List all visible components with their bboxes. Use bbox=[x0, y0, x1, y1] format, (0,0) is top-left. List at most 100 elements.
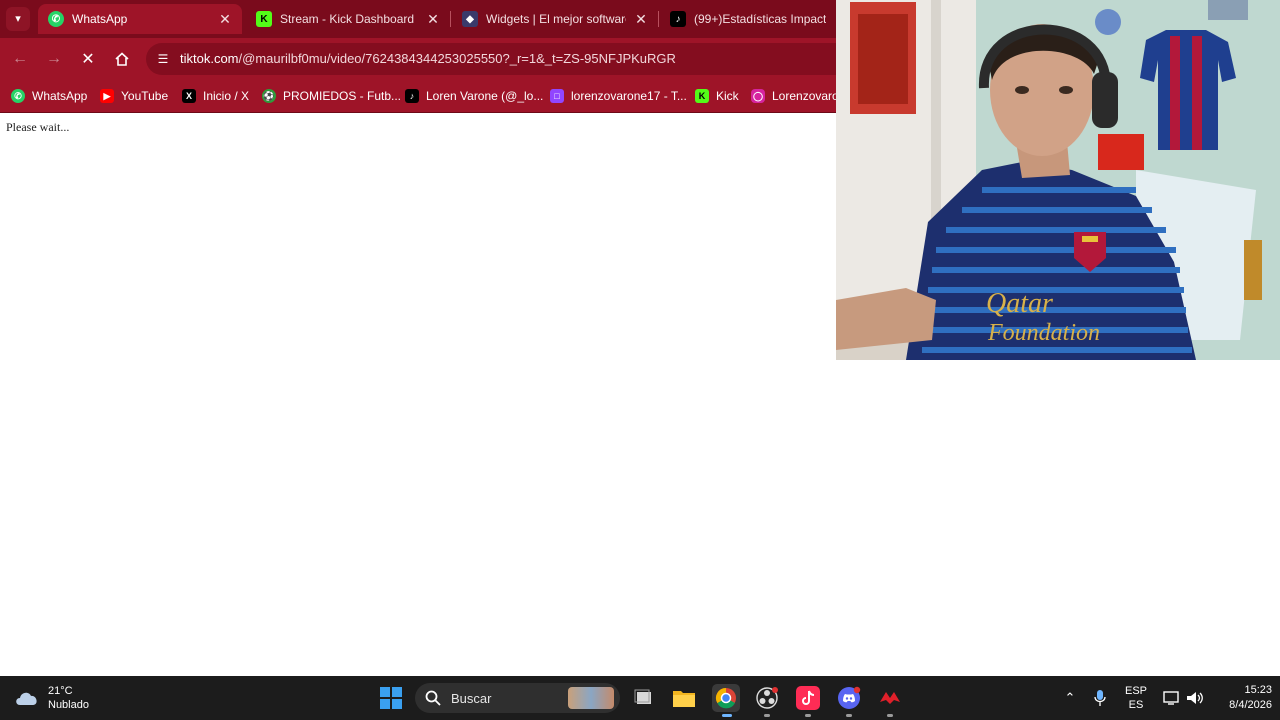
clock-date: 8/4/2026 bbox=[1229, 699, 1272, 711]
instagram-icon: ◯ bbox=[751, 89, 765, 103]
bookmark-tiktok[interactable]: ♪ Loren Varone (@_lo... bbox=[405, 86, 543, 106]
kick-icon: K bbox=[695, 89, 709, 103]
discord-icon bbox=[838, 686, 861, 709]
taskbar: 21°C Nublado Buscar ⌃ ESP ES 15:23 8/4/2… bbox=[0, 676, 1280, 720]
close-icon[interactable]: ✕ bbox=[634, 11, 648, 28]
forward-button[interactable]: → bbox=[42, 47, 66, 71]
obs-running-indicator bbox=[764, 714, 770, 717]
keyboard-layout-code: ES bbox=[1128, 699, 1144, 711]
svg-text:Qatar: Qatar bbox=[986, 288, 1053, 319]
stop-loading-button[interactable]: ✕ bbox=[76, 47, 100, 71]
obs-icon bbox=[756, 687, 778, 709]
tab-separator bbox=[450, 11, 451, 27]
tab-title: WhatsApp bbox=[72, 12, 128, 26]
whatsapp-icon: ✆ bbox=[48, 11, 64, 27]
bookmark-label: Kick bbox=[716, 89, 739, 103]
tab-search-button[interactable]: ▾ bbox=[6, 7, 30, 31]
screen: ▾ ✆ WhatsApp ✕ K Stream - Kick Dashboard… bbox=[0, 0, 1280, 720]
bookmark-label: Inicio / X bbox=[203, 89, 250, 103]
twitch-icon: □ bbox=[550, 89, 564, 103]
bookmark-label: lorenzovarone17 - T... bbox=[571, 89, 687, 103]
weather-temperature: 21°C bbox=[48, 685, 73, 697]
close-icon[interactable]: ✕ bbox=[218, 11, 232, 28]
bookmark-promiedos[interactable]: ⚽ PROMIEDOS - Futb... bbox=[262, 86, 401, 106]
show-hidden-icons-button[interactable]: ⌃ bbox=[1060, 676, 1080, 720]
chrome-running-indicator bbox=[722, 714, 732, 717]
chevron-up-icon: ⌃ bbox=[1064, 690, 1076, 705]
cloud-icon bbox=[16, 692, 37, 705]
loading-status-text: Please wait... bbox=[6, 120, 70, 134]
youtube-icon: ▶ bbox=[100, 89, 114, 103]
tab-title: (99+)Estadísticas Impactante bbox=[694, 12, 826, 26]
tab-whatsapp[interactable]: ✆ WhatsApp ✕ bbox=[38, 4, 242, 34]
network-icon bbox=[1163, 691, 1179, 705]
search-icon bbox=[425, 690, 441, 706]
webcam-feed-image: Qatar Foundation bbox=[836, 0, 1280, 360]
whatsapp-icon: ✆ bbox=[11, 89, 25, 103]
promiedos-icon: ⚽ bbox=[262, 89, 276, 103]
tiktok-icon: ♪ bbox=[405, 89, 419, 103]
discord-taskbar-button[interactable] bbox=[835, 684, 863, 712]
chevron-down-icon: ▾ bbox=[15, 13, 21, 25]
start-button[interactable] bbox=[377, 684, 405, 712]
obs-taskbar-button[interactable] bbox=[753, 684, 781, 712]
tab-tiktok-estadisticas[interactable]: ♪ (99+)Estadísticas Impactante bbox=[660, 4, 836, 34]
bookmark-x[interactable]: X Inicio / X bbox=[182, 86, 249, 106]
language-code: ESP bbox=[1124, 685, 1147, 697]
weather-widget[interactable]: 21°C Nublado bbox=[14, 682, 89, 714]
clock[interactable]: 15:23 8/4/2026 bbox=[1210, 676, 1272, 720]
tiktok-icon: ♪ bbox=[670, 11, 686, 27]
widgets-icon: ◆ bbox=[462, 11, 478, 27]
search-highlight-image bbox=[568, 687, 614, 709]
home-button[interactable] bbox=[110, 47, 134, 71]
address-bar-url[interactable]: tiktok.com/@maurilbf0mu/video/7624384344… bbox=[180, 51, 676, 66]
tab-kick-dashboard[interactable]: K Stream - Kick Dashboard ✕ bbox=[246, 4, 450, 34]
kick-icon: K bbox=[256, 11, 272, 27]
bookmark-label: PROMIEDOS - Futb... bbox=[283, 89, 402, 103]
tab-title: Widgets | El mejor software bbox=[486, 12, 626, 26]
tiktok-icon bbox=[796, 686, 820, 710]
red-app-taskbar-button[interactable] bbox=[876, 684, 904, 712]
chrome-taskbar-button[interactable] bbox=[712, 684, 740, 712]
bookmark-label: WhatsApp bbox=[32, 89, 88, 103]
speaker-icon bbox=[1187, 692, 1203, 704]
bookmark-whatsapp[interactable]: ✆ WhatsApp bbox=[11, 86, 87, 106]
language-indicator[interactable]: ESP ES bbox=[1120, 676, 1152, 720]
search-placeholder: Buscar bbox=[451, 690, 492, 706]
close-icon[interactable]: ✕ bbox=[426, 11, 440, 28]
folder-icon bbox=[673, 691, 695, 707]
url-host: tiktok.com bbox=[180, 51, 239, 66]
chrome-icon bbox=[715, 687, 736, 709]
bookmark-twitch[interactable]: □ lorenzovarone17 - T... bbox=[550, 86, 687, 106]
bookmark-kick[interactable]: K Kick bbox=[695, 86, 739, 106]
x-icon: X bbox=[182, 89, 196, 103]
close-icon: ✕ bbox=[81, 51, 95, 68]
tiktok-live-taskbar-button[interactable] bbox=[794, 684, 822, 712]
arrow-left-icon: ← bbox=[12, 50, 28, 67]
home-icon bbox=[115, 52, 129, 66]
network-tray-button[interactable] bbox=[1161, 676, 1183, 720]
arrow-right-icon: → bbox=[46, 50, 62, 67]
back-button[interactable]: ← bbox=[8, 47, 32, 71]
site-settings-icon[interactable]: ☰ bbox=[155, 51, 171, 67]
webcam-overlay: Qatar Foundation bbox=[836, 0, 1280, 360]
tab-title: Stream - Kick Dashboard bbox=[280, 12, 415, 26]
url-path: /@maurilbf0mu/video/7624384344253025550?… bbox=[238, 51, 676, 66]
task-view-button[interactable] bbox=[630, 684, 658, 712]
microphone-icon bbox=[1094, 690, 1106, 706]
weather-description: Nublado bbox=[48, 699, 89, 711]
clock-time: 15:23 bbox=[1244, 684, 1272, 696]
bookmark-youtube[interactable]: ▶ YouTube bbox=[100, 86, 168, 106]
windows-icon bbox=[380, 687, 402, 709]
bookmark-label: YouTube bbox=[121, 89, 169, 103]
discord-running-indicator bbox=[846, 714, 852, 717]
volume-tray-button[interactable] bbox=[1184, 676, 1206, 720]
tiktok-running-indicator bbox=[805, 714, 811, 717]
microphone-tray-button[interactable] bbox=[1090, 676, 1110, 720]
app-icon bbox=[880, 692, 900, 704]
bookmark-label: Loren Varone (@_lo... bbox=[426, 89, 544, 103]
tab-widgets[interactable]: ◆ Widgets | El mejor software ✕ bbox=[452, 4, 658, 34]
file-explorer-button[interactable] bbox=[670, 684, 698, 712]
taskbar-search[interactable]: Buscar bbox=[415, 683, 620, 713]
svg-text:Foundation: Foundation bbox=[987, 320, 1100, 346]
